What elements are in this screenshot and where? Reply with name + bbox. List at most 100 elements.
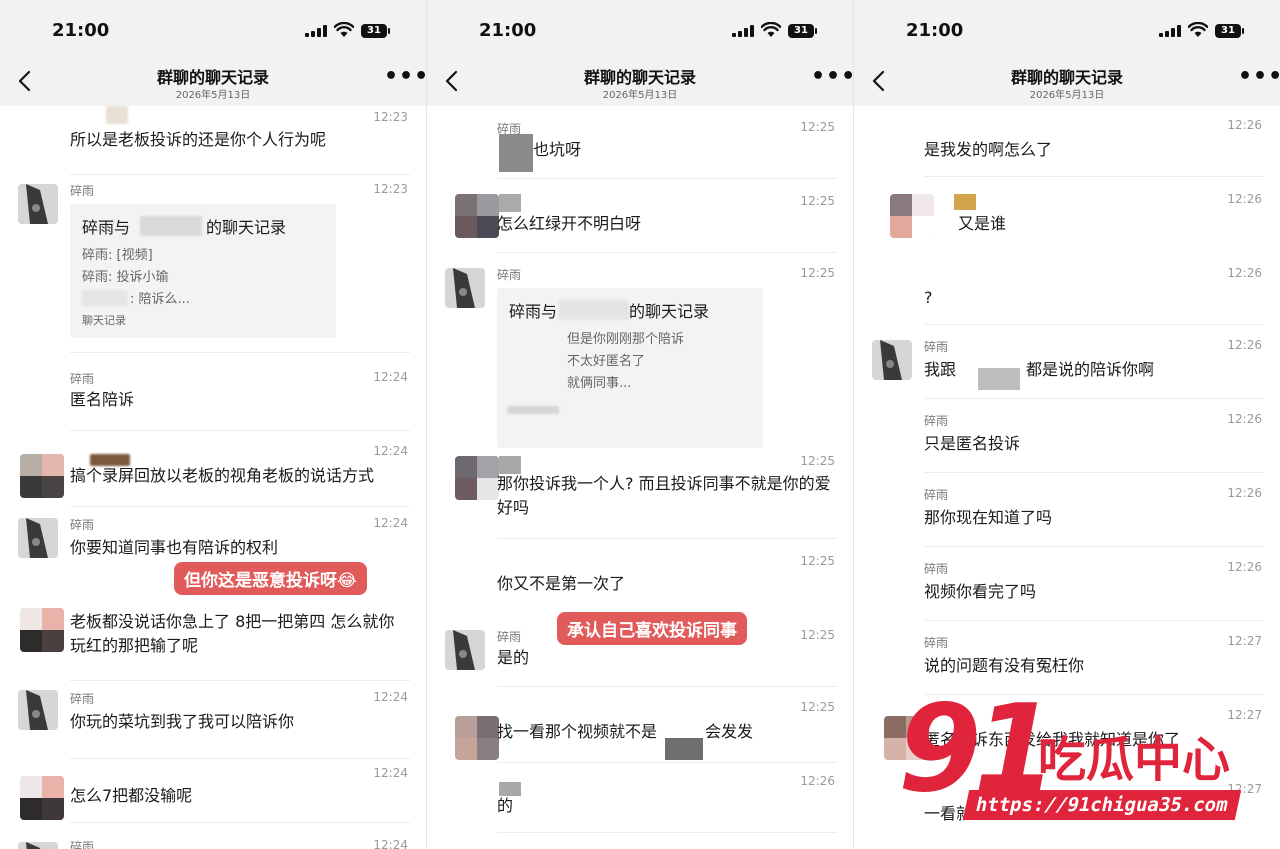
message-text: 匿名陪诉 <box>70 390 135 409</box>
message-item: 12:26 ? <box>854 252 1280 325</box>
sender-name: 碎雨 <box>924 636 949 650</box>
message-text: 那你投诉我一个人? 而且投诉同事不就是你的爱好吗 <box>497 474 831 517</box>
nav-bar: 21:00 31 群聊的聊天记录 2026年5月13日 ••• <box>0 0 426 106</box>
message-text: 又是谁 <box>958 214 1007 233</box>
message-text: ? <box>924 288 933 307</box>
more-icon[interactable]: ••• <box>811 64 853 89</box>
avatar <box>18 518 58 558</box>
cellular-signal-icon <box>305 25 327 37</box>
battery-icon: 31 <box>1215 24 1244 38</box>
message-item: 12:26 是我发的啊怎么了 <box>854 106 1280 178</box>
avatar <box>455 194 499 238</box>
divider <box>70 822 410 823</box>
divider <box>924 176 1264 177</box>
message-item: 12:25 找一看那个视频就不是 会发发 <box>427 688 853 763</box>
nav-bar: 21:00 31 群聊的聊天记录 2026年5月13日 ••• <box>427 0 853 106</box>
message-time: 12:24 <box>373 838 408 849</box>
card-line: 但是你刚刚那个陪诉 <box>567 332 685 347</box>
message-item: 12:24 怎么7把都没输呢 <box>0 758 426 824</box>
message-time: 12:26 <box>1227 412 1262 426</box>
card-line: 就俩同事... <box>567 376 632 391</box>
message-text: 视频你看完了吗 <box>924 582 1037 601</box>
message-text: 你玩的菜坑到我了我可以陪诉你 <box>70 712 295 731</box>
message-time: 12:24 <box>373 690 408 704</box>
message-time: 12:26 <box>800 774 835 788</box>
message-item: 碎雨 12:26 那你现在知道了吗 <box>854 472 1280 547</box>
more-icon[interactable]: ••• <box>384 64 426 89</box>
message-time: 12:24 <box>373 516 408 530</box>
watermark-url: https://91chigua35.com <box>962 790 1241 820</box>
avatar <box>455 716 499 760</box>
message-item: 碎雨 12:26 我跟 都是说的陪诉你啊 <box>854 324 1280 399</box>
message-text: 都是说的陪诉你啊 <box>1026 360 1155 379</box>
avatar <box>455 456 499 500</box>
watermark-brand: 吃瓜中心 <box>1038 732 1231 788</box>
redacted-name <box>559 300 629 320</box>
card-line: : 陪诉么... <box>130 292 190 307</box>
sender-name: 碎雨 <box>924 562 949 576</box>
message-time: 12:25 <box>800 266 835 280</box>
avatar <box>18 690 58 730</box>
wifi-icon <box>761 22 781 37</box>
divider <box>497 686 837 687</box>
avatar <box>18 184 58 224</box>
chat-screenshot-1: 21:00 31 群聊的聊天记录 2026年5月13日 ••• 12:23 所以… <box>0 0 426 849</box>
message-time: 12:27 <box>1227 708 1262 722</box>
message-text: 老板都没说话你急上了 8把一把第四 怎么就你玩红的那把输了呢 <box>70 612 395 655</box>
sender-name: 碎雨 <box>924 414 949 428</box>
sender-name: 碎雨 <box>70 372 95 386</box>
card-line: 不太好匿名了 <box>567 354 646 369</box>
redacted-name <box>82 290 128 306</box>
message-text: 的 <box>497 796 514 815</box>
redacted-name <box>140 216 202 236</box>
sender-name: 碎雨 <box>70 184 95 198</box>
message-text: 会发发 <box>705 722 754 741</box>
message-time: 12:26 <box>1227 118 1262 132</box>
avatar <box>20 776 64 820</box>
message-text: 只是匿名投诉 <box>924 434 1021 453</box>
forwarded-chat-card[interactable]: 碎雨与 的聊天记录 碎雨: [视频] 碎雨: 投诉小瑜 : 陪诉么... 聊天记… <box>70 204 336 338</box>
message-item: 碎雨 12:24 你玩的菜坑到我了我可以陪诉你 <box>0 682 426 759</box>
message-text: 是的 <box>497 648 530 667</box>
avatar <box>872 340 912 380</box>
message-item: 碎雨 12:25 也坑呀 <box>427 106 853 179</box>
message-time: 12:25 <box>800 454 835 468</box>
redacted-name <box>499 194 521 212</box>
status-time: 21:00 <box>479 20 537 41</box>
message-item: 老板都没说话你急上了 8把一把第四 怎么就你玩红的那把输了呢 <box>0 600 426 682</box>
more-icon[interactable]: ••• <box>1238 64 1280 89</box>
message-text: 你要知道同事也有陪诉的权利 <box>70 538 279 557</box>
card-title-right: 的聊天记录 <box>629 302 710 321</box>
message-time: 12:25 <box>800 700 835 714</box>
chat-screenshot-2: 21:00 31 群聊的聊天记录 2026年5月13日 ••• 碎雨 12:25… <box>427 0 853 849</box>
card-footer: 聊天记录 <box>82 314 126 327</box>
message-time: 12:24 <box>373 370 408 384</box>
forwarded-chat-card[interactable]: 碎雨与 的聊天记录 但是你刚刚那个陪诉 不太好匿名了 就俩同事... <box>497 288 763 448</box>
redacted-avatar <box>106 106 128 124</box>
redacted-name <box>954 194 976 210</box>
redacted-name <box>665 738 703 760</box>
divider <box>497 832 837 833</box>
message-item: 碎雨 12:24 匿名陪诉 <box>0 354 426 431</box>
message-text: 是我发的啊怎么了 <box>924 140 1053 159</box>
message-text: 搞个录屏回放以老板的视角老板的说话方式 <box>70 466 375 485</box>
message-text: 你又不是第一次了 <box>497 574 626 593</box>
page-title: 群聊的聊天记录 <box>583 68 696 87</box>
message-text: 怎么7把都没输呢 <box>70 786 193 805</box>
cellular-signal-icon <box>732 25 754 37</box>
sender-name: 碎雨 <box>70 840 95 849</box>
message-item: 碎雨 12:25 是的 <box>427 624 853 688</box>
message-time: 12:25 <box>800 628 835 642</box>
sender-name: 碎雨 <box>497 630 522 644</box>
message-item: 碎雨 12:23 碎雨与 的聊天记录 碎雨: [视频] 碎雨: 投诉小瑜 : 陪… <box>0 176 426 354</box>
card-title-right: 的聊天记录 <box>206 218 287 237</box>
page-subtitle-date: 2026年5月13日 <box>602 90 678 101</box>
message-time: 12:25 <box>800 194 835 208</box>
sender-name: 碎雨 <box>70 692 95 706</box>
divider <box>70 174 410 175</box>
sender-name: 碎雨 <box>924 340 949 354</box>
avatar <box>18 842 58 849</box>
sender-name: 碎雨 <box>70 518 95 532</box>
message-item: 碎雨 12:24 <box>0 824 426 849</box>
page-subtitle-date: 2026年5月13日 <box>1029 90 1105 101</box>
